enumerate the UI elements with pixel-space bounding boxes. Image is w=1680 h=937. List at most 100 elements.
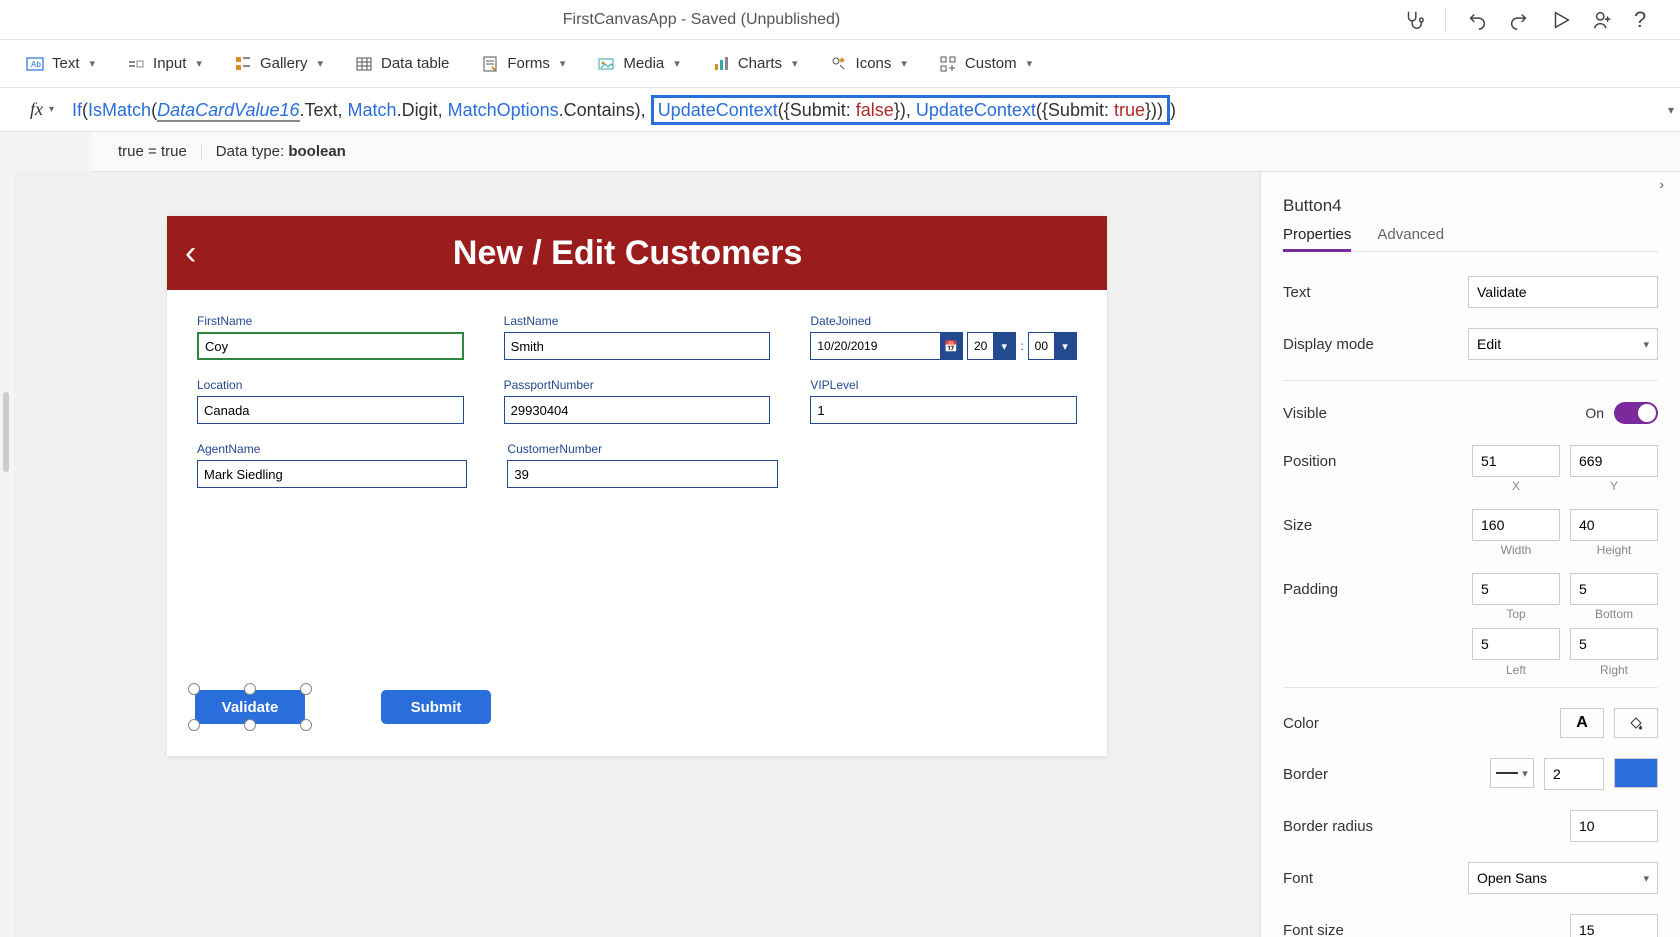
size-height-input[interactable]	[1570, 509, 1658, 541]
tok-uc2-end: }))	[1145, 100, 1163, 120]
fill-color-button[interactable]	[1614, 708, 1658, 738]
tok-text: .Text,	[300, 100, 348, 120]
field-custno: CustomerNumber	[507, 442, 777, 488]
input-custno[interactable]	[507, 460, 777, 488]
chevron-down-icon[interactable]: ▾	[993, 332, 1015, 360]
border-style-select[interactable]: ▾	[1490, 758, 1534, 788]
input-lastname[interactable]	[504, 332, 771, 360]
position-x-input[interactable]	[1472, 445, 1560, 477]
undo-icon[interactable]	[1466, 9, 1488, 31]
prop-visible-label: Visible	[1283, 405, 1327, 422]
line-icon	[1496, 772, 1518, 774]
redo-icon[interactable]	[1508, 9, 1530, 31]
resize-handle[interactable]	[188, 719, 200, 731]
size-width-input[interactable]	[1472, 509, 1560, 541]
resize-handle[interactable]	[244, 719, 256, 731]
padding-top-input[interactable]	[1472, 573, 1560, 605]
border-radius-input[interactable]	[1570, 810, 1658, 842]
chevron-down-icon[interactable]: ▾	[1054, 332, 1076, 360]
input-vip[interactable]	[810, 396, 1077, 424]
ribbon-data-table[interactable]: Data table	[355, 55, 449, 73]
sublabel-width: Width	[1472, 543, 1560, 557]
forms-icon	[481, 55, 499, 73]
ribbon-icons[interactable]: Icons▾	[830, 55, 907, 73]
prop-font-label: Font	[1283, 870, 1313, 887]
tok-uc1: UpdateContext	[658, 100, 778, 120]
font-size-input[interactable]	[1570, 914, 1658, 937]
label-firstname: FirstName	[197, 314, 464, 328]
label-agent: AgentName	[197, 442, 467, 456]
form-grid: FirstName LastName DateJoined 10/20/2019	[167, 290, 1107, 530]
resize-handle[interactable]	[244, 683, 256, 695]
date-value-box[interactable]: 10/20/2019 📅	[810, 332, 963, 360]
validate-button[interactable]: Validate	[195, 690, 305, 724]
resize-handle[interactable]	[300, 683, 312, 695]
input-location[interactable]	[197, 396, 464, 424]
ribbon-input[interactable]: Input▾	[127, 55, 202, 73]
tab-properties[interactable]: Properties	[1283, 226, 1351, 252]
chevron-down-icon[interactable]: ▾	[49, 104, 54, 115]
left-rail[interactable]	[0, 172, 14, 937]
tab-advanced[interactable]: Advanced	[1377, 226, 1444, 251]
ribbon-charts[interactable]: Charts▾	[712, 55, 798, 73]
ribbon-forms[interactable]: Forms▾	[481, 55, 565, 73]
input-passport[interactable]	[504, 396, 771, 424]
svg-text:Ab: Ab	[31, 60, 41, 69]
sublabel-left: Left	[1472, 663, 1560, 677]
label-datejoined: DateJoined	[810, 314, 1077, 328]
calendar-icon[interactable]: 📅	[940, 332, 962, 360]
formula-highlight: UpdateContext({Submit: false}), UpdateCo…	[651, 95, 1170, 125]
charts-icon	[712, 55, 730, 73]
panel-expand-icon[interactable]: ›	[1659, 176, 1664, 192]
padding-bottom-input[interactable]	[1570, 573, 1658, 605]
formula-text[interactable]: If(IsMatch(DataCardValue16.Text, Match.D…	[72, 95, 1658, 125]
padding-sublabels-2: Left Right	[1283, 663, 1658, 677]
padding-right-input[interactable]	[1570, 628, 1658, 660]
minute-select[interactable]: 00 ▾	[1028, 332, 1077, 360]
sublabel-bottom: Bottom	[1570, 607, 1658, 621]
label-location: Location	[197, 378, 464, 392]
visible-toggle[interactable]: On	[1585, 402, 1658, 424]
ribbon-gallery[interactable]: Gallery▾	[234, 55, 323, 73]
formula-result-bar: true = true Data type: boolean	[92, 132, 1680, 172]
prop-text: Text	[1283, 266, 1658, 318]
toggle-switch[interactable]	[1614, 402, 1658, 424]
font-color-button[interactable]: A	[1560, 708, 1604, 738]
formula-expand-icon[interactable]: ▾	[1668, 103, 1674, 117]
ribbon-text[interactable]: Ab Text▾	[26, 55, 95, 73]
prop-font: Font Open Sans ▾	[1283, 852, 1658, 904]
workspace: ‹ New / Edit Customers FirstName LastNam…	[0, 172, 1680, 937]
resize-handle[interactable]	[300, 719, 312, 731]
input-firstname[interactable]	[197, 332, 464, 360]
hour-select[interactable]: 20 ▾	[967, 332, 1016, 360]
ribbon-custom[interactable]: Custom▾	[939, 55, 1032, 73]
canvas-buttons: Validate Submit	[195, 690, 491, 724]
canvas-screen[interactable]: ‹ New / Edit Customers FirstName LastNam…	[167, 216, 1107, 756]
ribbon-media[interactable]: Media▾	[597, 55, 679, 73]
formula-bar[interactable]: fx ▾ If(IsMatch(DataCardValue16.Text, Ma…	[0, 88, 1680, 132]
border-color-swatch[interactable]	[1614, 758, 1658, 788]
resize-handle[interactable]	[188, 683, 200, 695]
paint-bucket-icon	[1627, 714, 1645, 732]
form-row: Location PassportNumber VIPLevel	[197, 378, 1077, 424]
tok-ismatch: IsMatch	[88, 100, 151, 120]
font-select[interactable]: Open Sans ▾	[1468, 862, 1658, 894]
result-type: Data type: boolean	[202, 143, 360, 160]
border-width-input[interactable]	[1544, 758, 1604, 790]
position-y-input[interactable]	[1570, 445, 1658, 477]
form-row: FirstName LastName DateJoined 10/20/2019	[197, 314, 1077, 360]
prop-display-mode-select[interactable]: Edit ▾	[1468, 328, 1658, 360]
input-agent[interactable]	[197, 460, 467, 488]
label-lastname: LastName	[504, 314, 771, 328]
canvas-area[interactable]: ‹ New / Edit Customers FirstName LastNam…	[14, 172, 1260, 937]
submit-button[interactable]: Submit	[381, 690, 491, 724]
share-icon[interactable]	[1592, 9, 1614, 31]
play-icon[interactable]	[1550, 9, 1572, 31]
help-icon[interactable]: ?	[1634, 9, 1656, 31]
icons-icon	[830, 55, 848, 73]
label-vip: VIPLevel	[810, 378, 1077, 392]
app-title: FirstCanvasApp - Saved (Unpublished)	[0, 11, 1403, 29]
stethoscope-icon[interactable]	[1403, 9, 1425, 31]
prop-text-input[interactable]	[1468, 276, 1658, 308]
padding-left-input[interactable]	[1472, 628, 1560, 660]
